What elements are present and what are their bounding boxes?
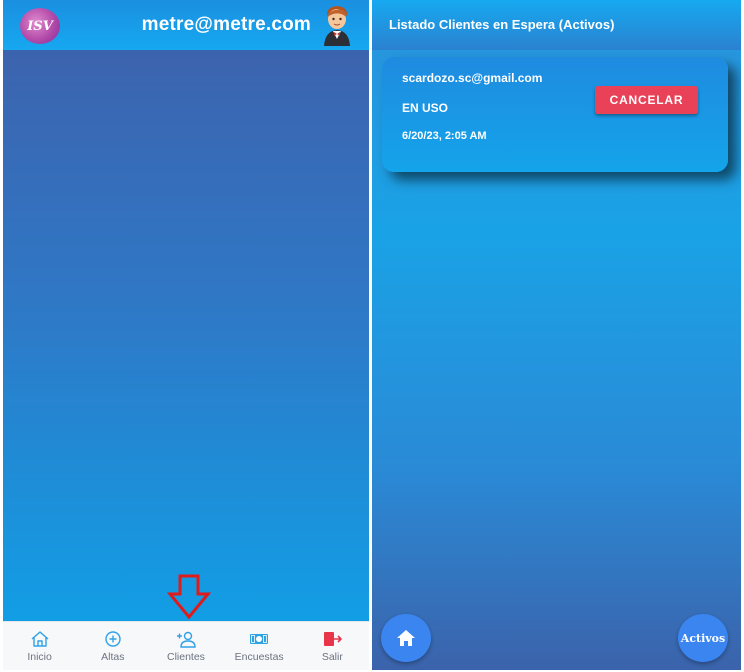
cancel-button[interactable]: CANCELAR: [595, 86, 698, 114]
down-arrow-icon: [167, 574, 211, 620]
tab-label: Encuestas: [234, 650, 284, 663]
tab-inicio[interactable]: Inicio: [5, 623, 75, 669]
page-header: Listado Clientes en Espera (Activos): [372, 0, 741, 50]
client-status: EN USO: [402, 101, 449, 115]
waiter-avatar-icon[interactable]: [321, 4, 353, 46]
home-icon: [397, 630, 415, 646]
home-icon: [31, 630, 49, 647]
add-person-icon: [176, 631, 196, 648]
add-circle-icon: [105, 630, 121, 647]
tab-label: Salir: [321, 650, 343, 663]
main-content: [3, 50, 369, 620]
tab-altas[interactable]: Altas: [78, 623, 148, 669]
client-date: 6/20/23, 2:05 AM: [402, 130, 487, 142]
cash-icon: [250, 633, 269, 644]
tab-clientes[interactable]: Clientes: [151, 623, 221, 669]
tab-label: Inicio: [27, 650, 52, 663]
left-phone-screen: ISV metre@metre.com Inicio Altas Cliente…: [3, 0, 369, 670]
bottom-tab-bar: Inicio Altas Clientes Encuestas Salir: [3, 621, 369, 670]
app-logo: ISV: [20, 8, 60, 44]
exit-icon: [324, 631, 343, 646]
home-fab-button[interactable]: [381, 614, 431, 662]
right-phone-screen: Listado Clientes en Espera (Activos) sca…: [372, 0, 741, 670]
client-card: scardozo.sc@gmail.com EN USO 6/20/23, 2:…: [382, 57, 728, 172]
page-title: Listado Clientes en Espera (Activos): [389, 17, 615, 32]
client-email: scardozo.sc@gmail.com: [402, 71, 543, 85]
tab-label: Clientes: [167, 650, 205, 663]
app-header: ISV metre@metre.com: [3, 0, 369, 50]
tab-salir[interactable]: Salir: [297, 623, 367, 669]
tab-encuestas[interactable]: Encuestas: [224, 623, 294, 669]
activos-fab-button[interactable]: Activos: [678, 614, 728, 662]
user-email: metre@metre.com: [141, 14, 311, 35]
tab-label: Altas: [101, 650, 125, 663]
